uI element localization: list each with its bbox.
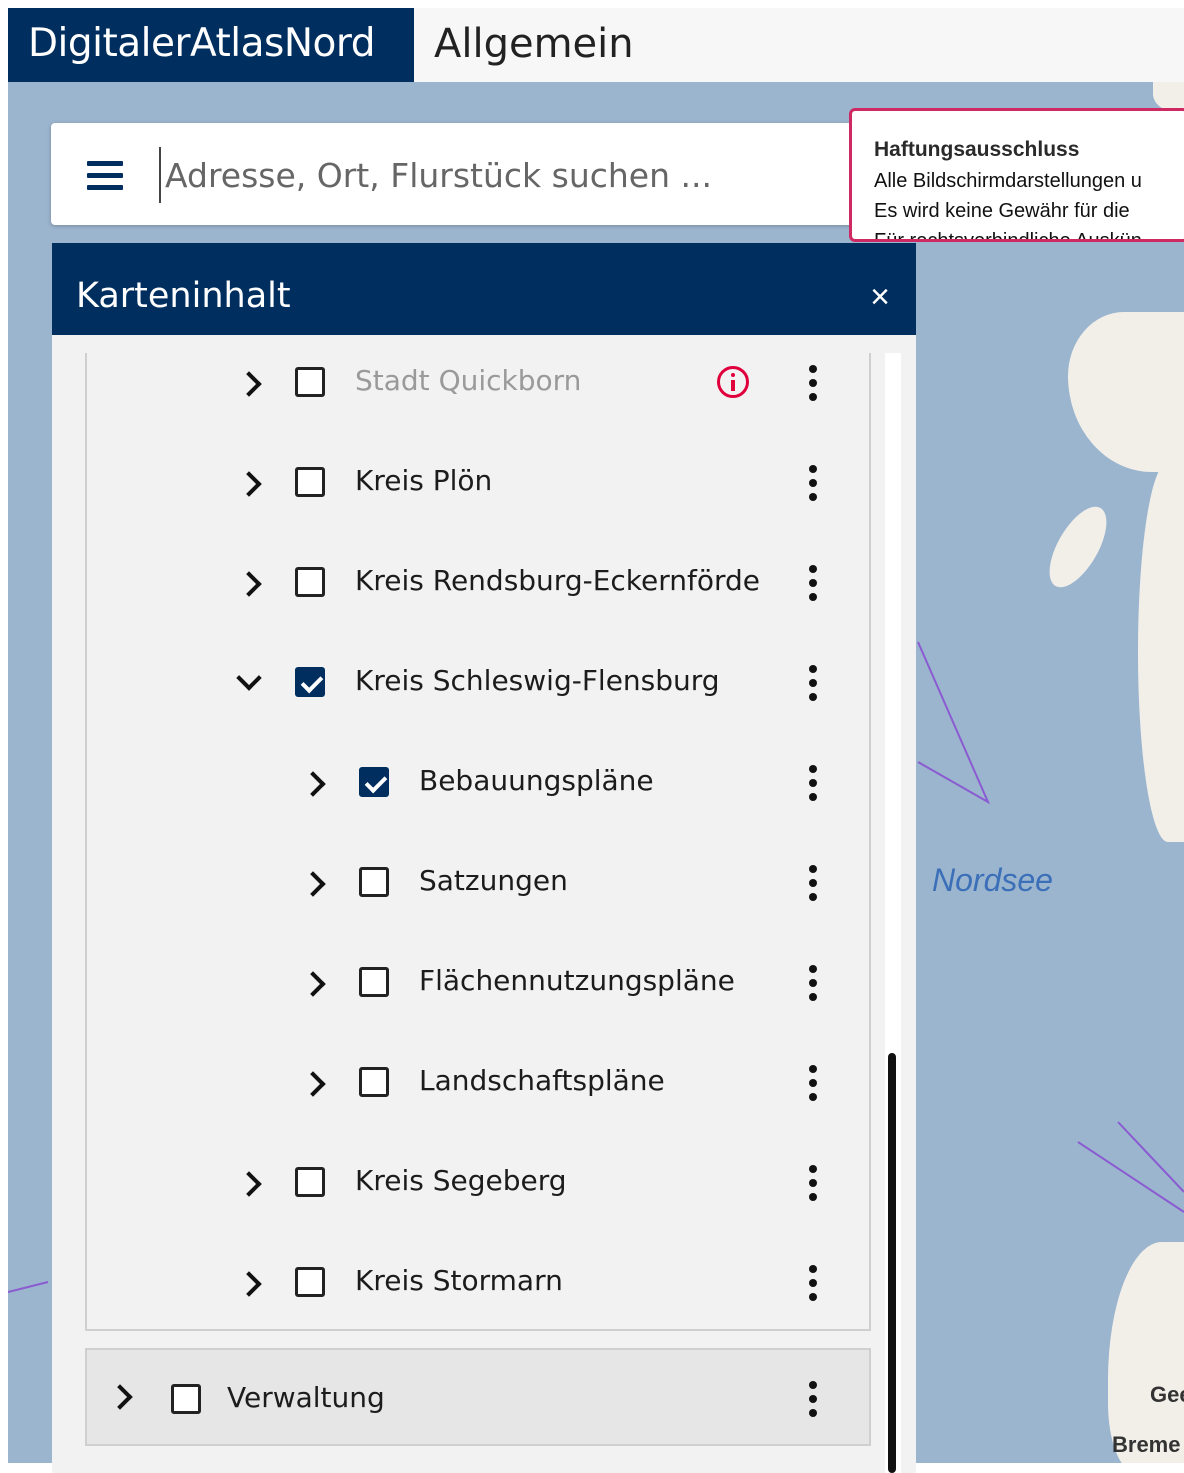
- chevron-down-icon[interactable]: [236, 665, 262, 691]
- layer-checkbox[interactable]: [295, 467, 325, 497]
- more-options-icon[interactable]: [809, 765, 819, 801]
- more-options-icon[interactable]: [809, 865, 819, 901]
- layer-group-verwaltung[interactable]: Verwaltung: [85, 1348, 871, 1446]
- chevron-right-icon[interactable]: [300, 971, 326, 997]
- layer-checkbox[interactable]: [359, 967, 389, 997]
- chevron-right-icon[interactable]: [300, 871, 326, 897]
- layer-checkbox[interactable]: [359, 1067, 389, 1097]
- more-options-icon[interactable]: [809, 1065, 819, 1101]
- layer-tree: Stadt Quickborn Kreis Plön Kreis Rendsburg…: [85, 353, 871, 1331]
- disclaimer-text: Es wird keine Gewähr für die: [874, 200, 1130, 222]
- layer-item[interactable]: Stadt Quickborn: [87, 331, 873, 431]
- search-input[interactable]: [159, 147, 847, 203]
- layer-item[interactable]: Flächennutzungspläne: [87, 931, 873, 1031]
- layer-item[interactable]: Kreis Stormarn: [87, 1231, 873, 1331]
- panel-header: Karteninhalt ×: [52, 243, 916, 335]
- layer-item[interactable]: Landschaftspläne: [87, 1031, 873, 1131]
- chevron-right-icon[interactable]: [300, 771, 326, 797]
- layer-item[interactable]: Kreis Rendsburg-Eckernförde: [87, 531, 873, 631]
- layer-label: Kreis Schleswig-Flensburg: [355, 664, 720, 697]
- disclaimer-popup[interactable]: Haftungsausschluss Alle Bildschirmdarste…: [849, 108, 1184, 242]
- close-icon[interactable]: ×: [870, 279, 890, 315]
- layer-label: Bebauungspläne: [419, 764, 654, 797]
- layer-label: Stadt Quickborn: [355, 364, 582, 397]
- layer-item[interactable]: Bebauungspläne: [87, 731, 873, 831]
- more-options-icon[interactable]: [809, 565, 819, 601]
- layer-checkbox[interactable]: [295, 1267, 325, 1297]
- layer-label: Kreis Plön: [355, 464, 493, 497]
- layer-item[interactable]: Kreis Segeberg: [87, 1131, 873, 1231]
- layer-checkbox[interactable]: [171, 1384, 201, 1414]
- chevron-right-icon[interactable]: [107, 1384, 133, 1410]
- menu-icon[interactable]: [87, 161, 123, 190]
- scrollbar[interactable]: [885, 353, 901, 1473]
- layer-checkbox[interactable]: [295, 1167, 325, 1197]
- more-options-icon[interactable]: [809, 1265, 819, 1301]
- layer-label: Kreis Segeberg: [355, 1164, 567, 1197]
- layer-item[interactable]: Satzungen: [87, 831, 873, 931]
- map-label-place: Gee: [1150, 1382, 1184, 1407]
- topic-title: Allgemein: [434, 21, 634, 67]
- disclaimer-title: Haftungsausschluss: [874, 138, 1080, 161]
- chevron-right-icon[interactable]: [236, 571, 262, 597]
- app-header: DigitalerAtlasNord Allgemein: [8, 8, 1184, 82]
- chevron-right-icon[interactable]: [236, 1171, 262, 1197]
- info-icon[interactable]: [717, 366, 749, 398]
- layer-label: Kreis Stormarn: [355, 1264, 563, 1297]
- more-options-icon[interactable]: [809, 465, 819, 501]
- layer-checkbox[interactable]: [359, 767, 389, 797]
- more-options-icon[interactable]: [809, 965, 819, 1001]
- more-options-icon[interactable]: [809, 665, 819, 701]
- layer-label: Landschaftspläne: [419, 1064, 665, 1097]
- more-options-icon[interactable]: [809, 1381, 819, 1417]
- layer-checkbox[interactable]: [359, 867, 389, 897]
- layer-checkbox[interactable]: [295, 567, 325, 597]
- layer-item[interactable]: Kreis Schleswig-Flensburg: [87, 631, 873, 731]
- chevron-right-icon[interactable]: [300, 1071, 326, 1097]
- layer-item[interactable]: Kreis Plön: [87, 431, 873, 531]
- map-label-nordsee: Nordsee: [932, 862, 1053, 898]
- chevron-right-icon[interactable]: [236, 371, 262, 397]
- more-options-icon[interactable]: [809, 365, 819, 401]
- disclaimer-text: Für rechtsverbindliche Auskün: [874, 230, 1142, 242]
- chevron-right-icon[interactable]: [236, 471, 262, 497]
- layer-label: Verwaltung: [227, 1381, 385, 1414]
- layer-panel: Karteninhalt × Stadt Quickborn Kreis Plön…: [52, 243, 916, 1473]
- brand-title[interactable]: DigitalerAtlasNord: [8, 8, 414, 82]
- layer-checkbox[interactable]: [295, 667, 325, 697]
- layer-label: Satzungen: [419, 864, 568, 897]
- layer-label: Kreis Rendsburg-Eckernförde: [355, 564, 761, 597]
- more-options-icon[interactable]: [809, 1165, 819, 1201]
- scrollbar-thumb[interactable]: [888, 1053, 896, 1473]
- map-label-place: Breme: [1112, 1432, 1181, 1457]
- chevron-right-icon[interactable]: [236, 1271, 262, 1297]
- layer-label: Flächennutzungspläne: [419, 964, 735, 997]
- search-bar: [51, 123, 871, 225]
- disclaimer-text: Alle Bildschirmdarstellungen u: [874, 170, 1142, 192]
- layer-checkbox[interactable]: [295, 367, 325, 397]
